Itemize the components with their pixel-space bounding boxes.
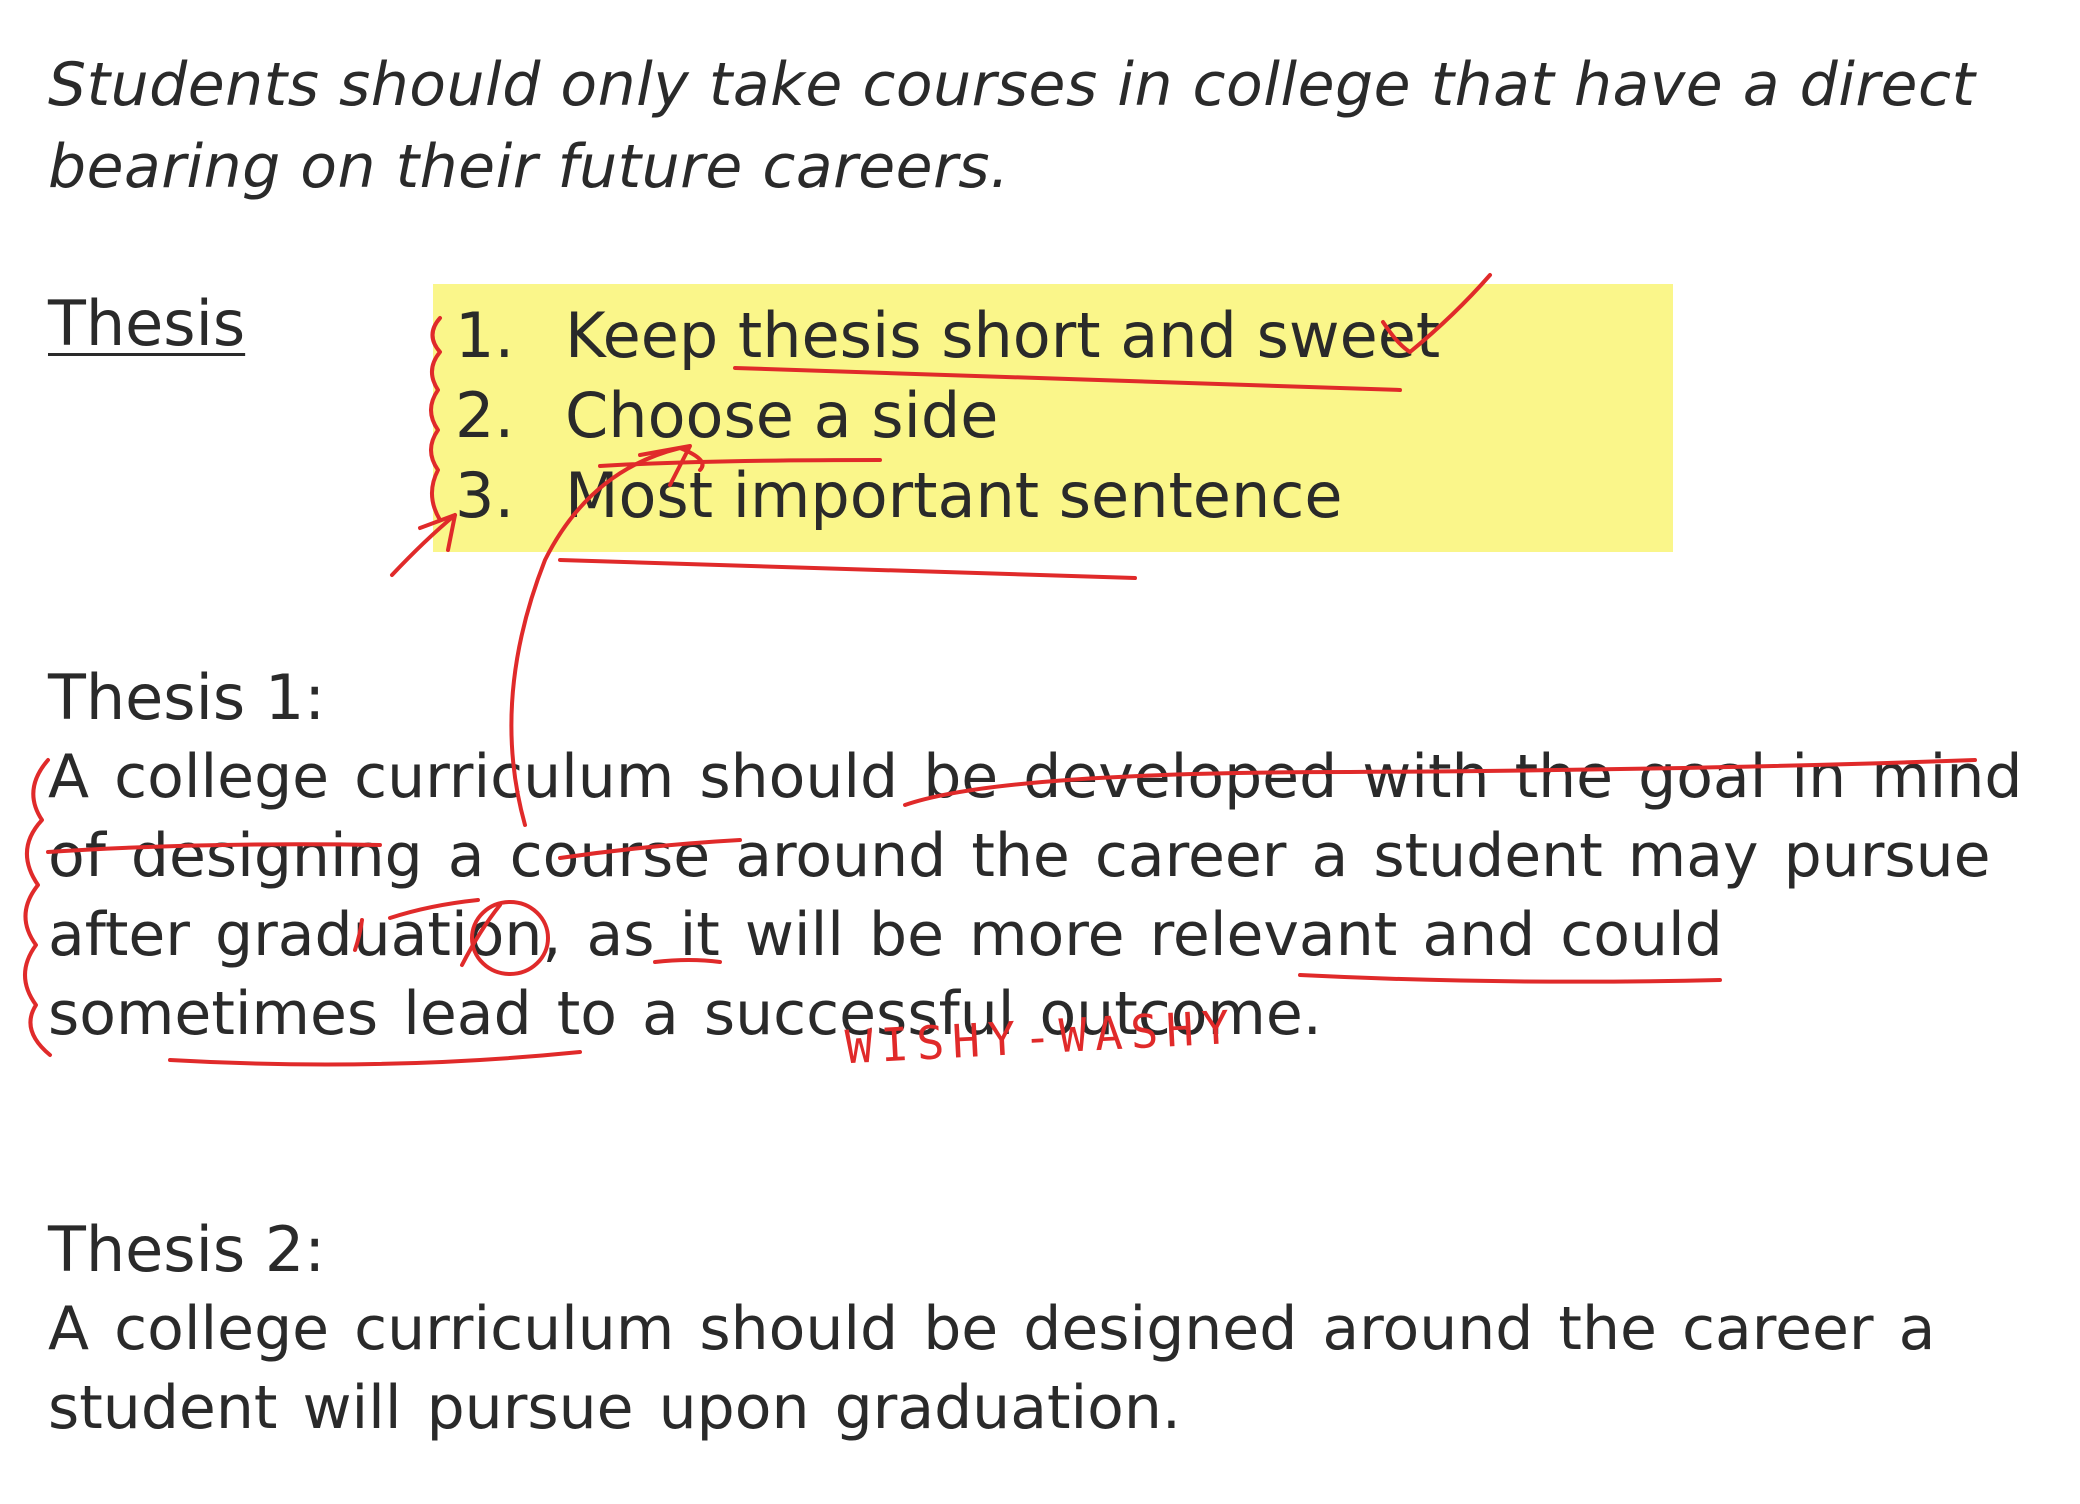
essay-prompt: Students should only take courses in col… [48, 50, 1976, 202]
thesis-2-text: A college curriculum should be designed … [48, 1294, 1936, 1443]
bracket-mark [23, 758, 52, 1057]
tip-item: 2. Choose a side [455, 376, 1440, 456]
tip-item: 1. Keep thesis short and sweet [455, 296, 1440, 376]
tip-number: 3. [455, 459, 515, 532]
underline-mark [558, 558, 1137, 580]
thesis-2-label: Thesis 2: [48, 1213, 326, 1286]
thesis-1-text: A college curriculum should be developed… [48, 742, 2023, 1049]
tip-number: 2. [455, 379, 515, 452]
tip-text: Choose a side [565, 379, 999, 452]
tip-number: 1. [455, 299, 515, 372]
slide: Students should only take courses in col… [0, 0, 2080, 1504]
tip-item: 3. Most important sentence [455, 456, 1440, 536]
tip-text: Keep thesis short and sweet [565, 299, 1441, 372]
thesis-1-label: Thesis 1: [48, 661, 326, 734]
tip-text: Most important sentence [565, 459, 1343, 532]
thesis-tips-list: 1. Keep thesis short and sweet 2. Choose… [455, 296, 1440, 536]
thesis-heading: Thesis [48, 287, 246, 360]
